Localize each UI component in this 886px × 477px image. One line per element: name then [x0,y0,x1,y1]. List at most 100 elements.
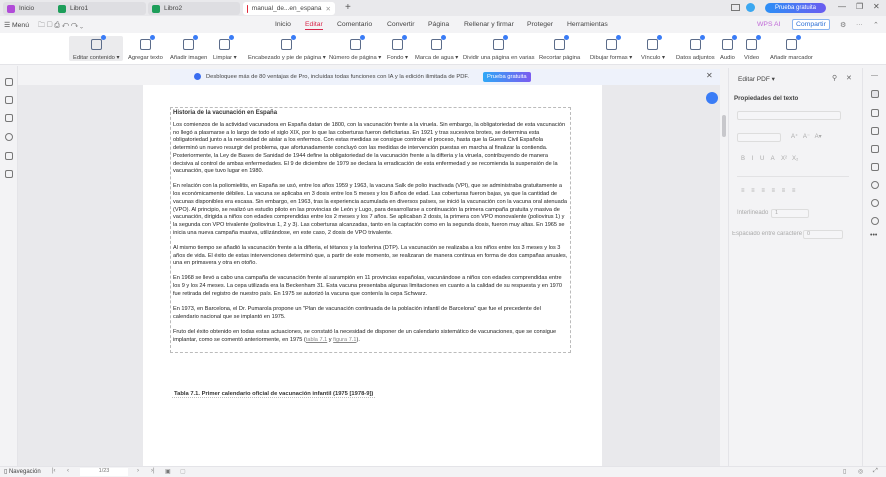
spreadsheet-icon [58,4,66,13]
menu-button[interactable]: ☰ Menú [4,21,29,29]
page-number-button[interactable]: Número de página ▾ [329,35,381,61]
ribbon-toolbar: Editar contenido ▾ Agregar texto Añadir … [0,33,886,65]
tab-manual[interactable]: manual_de...en_espana ✕ [243,2,335,15]
line-spacing-input[interactable]: 1 [771,209,809,218]
help-icon[interactable] [871,199,879,207]
close-tab-icon[interactable]: ✕ [326,5,331,13]
close-banner-icon[interactable]: ✕ [706,71,713,80]
database-icon[interactable] [5,170,13,178]
font-family-select[interactable] [737,111,841,120]
new-tab-icon[interactable]: + [345,2,351,13]
menu-item-inicio[interactable]: Inicio [275,21,291,28]
settings-icon[interactable]: ⚙ [840,21,846,29]
clear-button[interactable]: Limpiar ▾ [213,35,237,61]
navigation-toggle[interactable]: ▯ Navegación [4,468,41,475]
header-footer-button[interactable]: Encabezado y pie de página ▾ [248,35,326,61]
menu-item-pagina[interactable]: Página [428,21,449,28]
menu-item-proteger[interactable]: Proteger [527,21,553,28]
layers-icon[interactable] [5,152,13,160]
share-button[interactable]: Compartir [792,19,830,30]
editable-text-block[interactable]: Historia de la vacunación en España Los … [170,107,571,353]
add-image-button[interactable]: Añadir imagen [170,35,207,61]
vertical-scrollbar[interactable] [722,115,726,137]
figure-link[interactable]: figura 7.1 [333,337,356,343]
bookmark-icon[interactable] [5,78,13,86]
reading-mode-icon[interactable]: ▯ [843,468,846,475]
tab-libro1[interactable]: Libro1 [54,2,146,15]
fullscreen-icon[interactable]: ⤢ [873,468,878,475]
menu-item-comentario[interactable]: Comentario [337,21,372,28]
image-icon[interactable] [871,163,879,171]
edit-icon[interactable] [871,90,879,98]
menu-item-herramientas[interactable]: Herramientas [567,21,608,28]
draw-shapes-button[interactable]: Dibujar formas ▾ [590,35,632,61]
convert-icon[interactable] [871,109,879,117]
fit-page-icon[interactable]: ▣ [165,468,171,475]
thumbnails-icon[interactable] [5,96,13,104]
fit-width-icon[interactable]: ▢ [180,468,186,475]
banner-trial-button[interactable]: Prueba gratuita [483,72,531,82]
compare-icon[interactable] [871,145,879,153]
link-button[interactable]: Vínculo ▾ [641,35,665,61]
divider [737,176,849,177]
tab-bar: Inicio Libro1 Libro2 manual_de...en_espa… [0,0,886,16]
next-page-icon[interactable]: › [137,468,139,474]
search-icon[interactable] [871,181,879,189]
ribbon-label: Añadir marcador [770,55,813,61]
more-icon[interactable]: ··· [856,21,863,28]
prev-page-icon[interactable]: ‹ [67,468,69,474]
ai-assistant-icon[interactable] [706,92,718,104]
split-page-button[interactable]: Dividir una página en varias [463,35,535,61]
font-size-select[interactable] [737,133,781,142]
audio-button[interactable]: Audio [720,35,737,61]
trial-button[interactable]: Prueba gratuita [765,3,826,13]
watermark-button[interactable]: Marca de agua ▾ [415,35,458,61]
tab-libro2[interactable]: Libro2 [148,2,240,15]
panel-title[interactable]: Editar PDF ▾ [738,75,775,83]
add-bookmark-button[interactable]: Añadir marcador [770,35,813,61]
split-icon [493,35,509,50]
background-button[interactable]: Fondo ▾ [387,35,408,61]
font-size-controls[interactable]: A⁺ A⁻ A▾ [791,133,822,140]
more-tools-icon[interactable]: ••• [870,232,877,239]
char-spacing-input[interactable]: 0 [803,230,843,239]
paragraph: Al mismo tiempo se añadió la vacunación … [173,244,568,267]
video-button[interactable]: Vídeo [744,35,762,61]
restore-icon[interactable]: ❐ [856,2,863,11]
alignment-buttons[interactable]: ≡ ≡ ≡ ≡ ≡ ≡ [741,188,795,194]
first-page-icon[interactable]: |‹ [52,468,56,474]
attachments-button[interactable]: Datos adjuntos [676,35,715,61]
close-window-icon[interactable]: ✕ [873,2,880,11]
collapse-ribbon-icon[interactable]: ⌃ [873,21,879,29]
paragraph: En 1968 se llevó a cabo una campaña de v… [173,275,563,297]
community-icon[interactable] [871,217,879,225]
menu-item-convertir[interactable]: Convertir [387,21,415,28]
menu-item-editar[interactable]: Editar [305,21,323,30]
table-caption[interactable]: Tabla 7.1. Primer calendario oficial de … [172,391,376,398]
close-panel-icon[interactable]: ✕ [846,74,852,82]
add-text-button[interactable]: Agregar texto [128,35,163,61]
last-page-icon[interactable]: ›| [151,468,155,474]
sign-icon[interactable] [871,127,879,135]
minimize-panel-icon[interactable]: — [871,72,878,79]
crop-page-button[interactable]: Recortar página [539,35,580,61]
ribbon-label: Encabezado y pie de página ▾ [248,55,326,61]
menu-item-rellenar[interactable]: Rellenar y firmar [464,21,514,28]
left-sidebar [0,66,18,466]
pin-icon[interactable]: ⚲ [832,74,837,82]
eye-protection-icon[interactable]: ◎ [858,468,863,475]
page-number-input[interactable]: 1/23 [80,468,128,476]
text-style-buttons[interactable]: B I U A X² X₂ [741,156,798,162]
avatar[interactable] [746,3,755,12]
edit-content-icon [90,35,106,50]
comments-icon[interactable] [5,114,13,122]
link-icon[interactable] [5,133,13,141]
layout-icon[interactable] [731,4,740,11]
quick-access-toolbar[interactable]: 🗀 ▢ ⎙ ↶ ↷ ⌄ [38,21,83,32]
table-link[interactable]: tabla 7.1 [306,337,327,343]
page-number-icon [349,35,365,50]
bookmark-icon [785,35,801,50]
edit-content-button[interactable]: Editar contenido ▾ [69,35,124,61]
minimize-icon[interactable]: — [838,2,846,11]
wps-ai-button[interactable]: WPS AI [757,21,780,28]
